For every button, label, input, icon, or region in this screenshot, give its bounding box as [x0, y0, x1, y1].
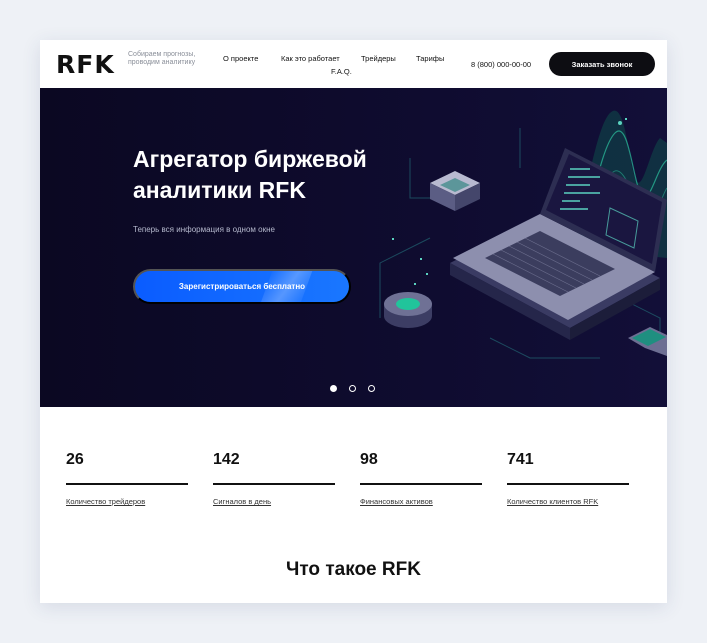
nav-item-faq[interactable]: F.A.Q. — [331, 67, 352, 76]
nav-item-how-it-works[interactable]: Как это работает — [281, 54, 340, 63]
slider-dots — [330, 385, 375, 392]
stat-value: 98 — [360, 451, 378, 468]
request-call-button[interactable]: Заказать звонок — [549, 52, 655, 76]
stat-label-link[interactable]: Сигналов в день — [213, 497, 271, 506]
stat-divider — [66, 483, 188, 485]
slider-dot-1[interactable] — [330, 385, 337, 392]
section-title: Что такое RFK — [286, 559, 421, 580]
stat-label-link[interactable]: Финансовых активов — [360, 497, 433, 506]
nav-item-about[interactable]: О проекте — [223, 54, 258, 63]
nav-item-traders[interactable]: Трейдеры — [361, 54, 396, 63]
hero-banner: Агрегатор биржевой аналитики RFK Теперь … — [40, 88, 667, 407]
stat-value: 26 — [66, 451, 84, 468]
hero-subtitle: Теперь вся информация в одном окне — [133, 225, 275, 234]
stat-divider — [213, 483, 335, 485]
page-frame: RFK Собираем прогнозы, проводим аналитик… — [40, 40, 667, 603]
site-header: RFK Собираем прогнозы, проводим аналитик… — [40, 40, 667, 88]
logo-tagline: Собираем прогнозы, проводим аналитику — [128, 51, 196, 66]
logo[interactable]: RFK — [56, 50, 115, 79]
register-free-label: Зарегистрироваться бесплатно — [178, 282, 306, 291]
stat-value: 142 — [213, 451, 240, 468]
slider-dot-3[interactable] — [368, 385, 375, 392]
stat-value: 741 — [507, 451, 534, 468]
stat-label-link[interactable]: Количество клиентов RFK — [507, 497, 598, 506]
slider-dot-2[interactable] — [349, 385, 356, 392]
phone-number[interactable]: 8 (800) 000-00-00 — [471, 60, 531, 69]
stat-divider — [360, 483, 482, 485]
nav-item-pricing[interactable]: Тарифы — [416, 54, 444, 63]
laptop-illustration — [379, 110, 667, 359]
hero-title: Агрегатор биржевой аналитики RFK — [133, 146, 367, 203]
stat-divider — [507, 483, 629, 485]
register-free-button[interactable]: Зарегистрироваться бесплатно — [133, 269, 351, 304]
stat-label-link[interactable]: Количество трейдеров — [66, 497, 145, 506]
